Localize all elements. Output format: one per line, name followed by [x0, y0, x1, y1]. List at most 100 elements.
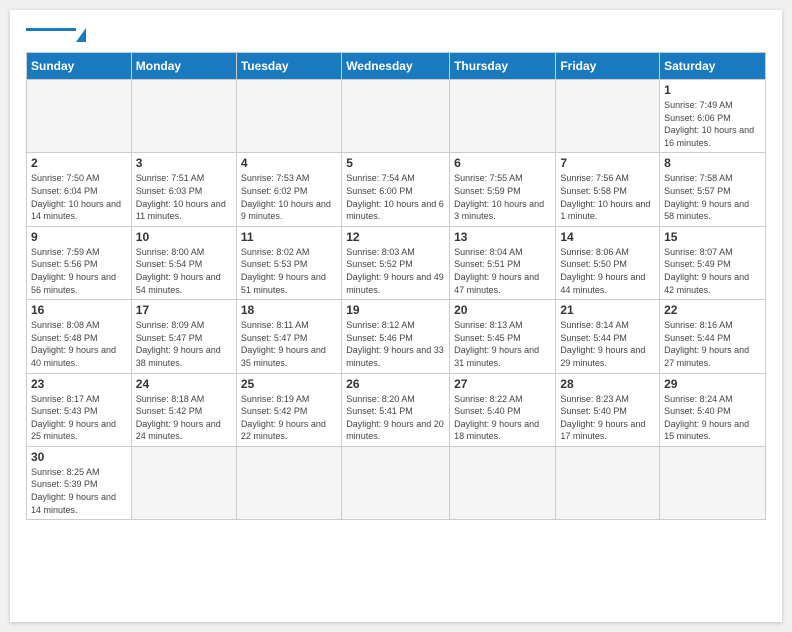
calendar-cell: 24Sunrise: 8:18 AM Sunset: 5:42 PM Dayli…: [131, 373, 236, 446]
calendar-cell: [342, 80, 450, 153]
day-header-saturday: Saturday: [660, 53, 766, 80]
day-number: 16: [31, 303, 127, 317]
calendar-container: SundayMondayTuesdayWednesdayThursdayFrid…: [10, 10, 782, 622]
calendar-cell: 14 Sunrise: 8:06 AM Sunset: 5:50 PM Dayli…: [556, 226, 660, 299]
day-number: 11: [241, 230, 337, 244]
calendar-week-6: 30 Sunrise: 8:25 AM Sunset: 5:39 PM Dayli…: [27, 446, 766, 519]
day-number: 9: [31, 230, 127, 244]
calendar-week-2: 2 Sunrise: 7:50 AM Sunset: 6:04 PM Daylig…: [27, 153, 766, 226]
day-number: 14: [560, 230, 655, 244]
calendar-cell: 21 Sunrise: 8:14 AM Sunset: 5:44 PM Dayli…: [556, 300, 660, 373]
calendar-table: SundayMondayTuesdayWednesdayThursdayFrid…: [26, 52, 766, 520]
day-header-friday: Friday: [556, 53, 660, 80]
day-number: 1: [664, 83, 761, 97]
calendar-cell: 7 Sunrise: 7:56 AM Sunset: 5:58 PM Daylig…: [556, 153, 660, 226]
day-info: Sunrise: 7:53 AM Sunset: 6:02 PM Dayligh…: [241, 172, 337, 222]
day-number: 17: [136, 303, 232, 317]
day-number: 4: [241, 156, 337, 170]
day-info: Sunrise: 7:56 AM Sunset: 5:58 PM Dayligh…: [560, 172, 655, 222]
day-info: Sunrise: 7:54 AM Sunset: 6:00 PM Dayligh…: [346, 172, 445, 222]
day-number: 30: [31, 450, 127, 464]
calendar-cell: [450, 446, 556, 519]
calendar-cell: 26 Sunrise: 8:20 AM Sunset: 5:41 PM Dayli…: [342, 373, 450, 446]
calendar-cell: 25 Sunrise: 8:19 AM Sunset: 5:42 PM Dayli…: [236, 373, 341, 446]
day-number: 7: [560, 156, 655, 170]
calendar-cell: [342, 446, 450, 519]
day-number: 29: [664, 377, 761, 391]
day-number: 25: [241, 377, 337, 391]
day-info: Sunrise: 8:20 AM Sunset: 5:41 PM Dayligh…: [346, 393, 445, 443]
day-number: 8: [664, 156, 761, 170]
day-number: 27: [454, 377, 551, 391]
day-number: 12: [346, 230, 445, 244]
calendar-cell: 29 Sunrise: 8:24 AM Sunset: 5:40 PM Dayli…: [660, 373, 766, 446]
calendar-cell: 30 Sunrise: 8:25 AM Sunset: 5:39 PM Dayli…: [27, 446, 132, 519]
calendar-week-5: 23Sunrise: 8:17 AM Sunset: 5:43 PM Dayli…: [27, 373, 766, 446]
logo: [26, 26, 86, 42]
day-number: 20: [454, 303, 551, 317]
calendar-cell: 5 Sunrise: 7:54 AM Sunset: 6:00 PM Daylig…: [342, 153, 450, 226]
day-header-sunday: Sunday: [27, 53, 132, 80]
calendar-cell: 13Sunrise: 8:04 AM Sunset: 5:51 PM Dayli…: [450, 226, 556, 299]
day-info: Sunrise: 8:19 AM Sunset: 5:42 PM Dayligh…: [241, 393, 337, 443]
day-info: Sunrise: 8:17 AM Sunset: 5:43 PM Dayligh…: [31, 393, 127, 443]
day-number: 19: [346, 303, 445, 317]
calendar-cell: 3 Sunrise: 7:51 AM Sunset: 6:03 PM Daylig…: [131, 153, 236, 226]
calendar-cell: [27, 80, 132, 153]
calendar-cell: 12Sunrise: 8:03 AM Sunset: 5:52 PM Dayli…: [342, 226, 450, 299]
calendar-cell: 10 Sunrise: 8:00 AM Sunset: 5:54 PM Dayli…: [131, 226, 236, 299]
day-info: Sunrise: 8:02 AM Sunset: 5:53 PM Dayligh…: [241, 246, 337, 296]
day-number: 6: [454, 156, 551, 170]
calendar-cell: [131, 80, 236, 153]
day-number: 22: [664, 303, 761, 317]
day-number: 28: [560, 377, 655, 391]
day-number: 3: [136, 156, 232, 170]
calendar-cell: 17 Sunrise: 8:09 AM Sunset: 5:47 PM Dayli…: [131, 300, 236, 373]
day-header-wednesday: Wednesday: [342, 53, 450, 80]
calendar-cell: [556, 80, 660, 153]
calendar-cell: 22Sunrise: 8:16 AM Sunset: 5:44 PM Dayli…: [660, 300, 766, 373]
day-info: Sunrise: 7:50 AM Sunset: 6:04 PM Dayligh…: [31, 172, 127, 222]
day-info: Sunrise: 8:08 AM Sunset: 5:48 PM Dayligh…: [31, 319, 127, 369]
day-header-thursday: Thursday: [450, 53, 556, 80]
day-number: 15: [664, 230, 761, 244]
calendar-week-1: 1 Sunrise: 7:49 AM Sunset: 6:06 PM Daylig…: [27, 80, 766, 153]
day-header-monday: Monday: [131, 53, 236, 80]
day-info: Sunrise: 8:24 AM Sunset: 5:40 PM Dayligh…: [664, 393, 761, 443]
day-info: Sunrise: 7:51 AM Sunset: 6:03 PM Dayligh…: [136, 172, 232, 222]
calendar-cell: 18Sunrise: 8:11 AM Sunset: 5:47 PM Dayli…: [236, 300, 341, 373]
calendar-cell: 6 Sunrise: 7:55 AM Sunset: 5:59 PM Daylig…: [450, 153, 556, 226]
day-number: 10: [136, 230, 232, 244]
header-row: SundayMondayTuesdayWednesdayThursdayFrid…: [27, 53, 766, 80]
calendar-cell: 28Sunrise: 8:23 AM Sunset: 5:40 PM Dayli…: [556, 373, 660, 446]
day-info: Sunrise: 8:06 AM Sunset: 5:50 PM Dayligh…: [560, 246, 655, 296]
day-info: Sunrise: 8:00 AM Sunset: 5:54 PM Dayligh…: [136, 246, 232, 296]
calendar-cell: [660, 446, 766, 519]
day-info: Sunrise: 8:22 AM Sunset: 5:40 PM Dayligh…: [454, 393, 551, 443]
day-number: 2: [31, 156, 127, 170]
calendar-cell: 20 Sunrise: 8:13 AM Sunset: 5:45 PM Dayli…: [450, 300, 556, 373]
day-info: Sunrise: 8:09 AM Sunset: 5:47 PM Dayligh…: [136, 319, 232, 369]
day-info: Sunrise: 7:55 AM Sunset: 5:59 PM Dayligh…: [454, 172, 551, 222]
calendar-cell: 19 Sunrise: 8:12 AM Sunset: 5:46 PM Dayli…: [342, 300, 450, 373]
day-number: 21: [560, 303, 655, 317]
calendar-cell: [236, 80, 341, 153]
day-number: 24: [136, 377, 232, 391]
day-info: Sunrise: 8:12 AM Sunset: 5:46 PM Dayligh…: [346, 319, 445, 369]
calendar-cell: 8 Sunrise: 7:58 AM Sunset: 5:57 PM Daylig…: [660, 153, 766, 226]
day-header-tuesday: Tuesday: [236, 53, 341, 80]
day-info: Sunrise: 8:13 AM Sunset: 5:45 PM Dayligh…: [454, 319, 551, 369]
header-section: [26, 26, 766, 42]
day-number: 13: [454, 230, 551, 244]
day-info: Sunrise: 8:14 AM Sunset: 5:44 PM Dayligh…: [560, 319, 655, 369]
day-number: 26: [346, 377, 445, 391]
day-info: Sunrise: 8:25 AM Sunset: 5:39 PM Dayligh…: [31, 466, 127, 516]
calendar-cell: [450, 80, 556, 153]
day-number: 18: [241, 303, 337, 317]
calendar-cell: 4 Sunrise: 7:53 AM Sunset: 6:02 PM Daylig…: [236, 153, 341, 226]
day-info: Sunrise: 7:49 AM Sunset: 6:06 PM Dayligh…: [664, 99, 761, 149]
calendar-cell: 23Sunrise: 8:17 AM Sunset: 5:43 PM Dayli…: [27, 373, 132, 446]
day-info: Sunrise: 7:58 AM Sunset: 5:57 PM Dayligh…: [664, 172, 761, 222]
calendar-cell: [131, 446, 236, 519]
day-number: 5: [346, 156, 445, 170]
